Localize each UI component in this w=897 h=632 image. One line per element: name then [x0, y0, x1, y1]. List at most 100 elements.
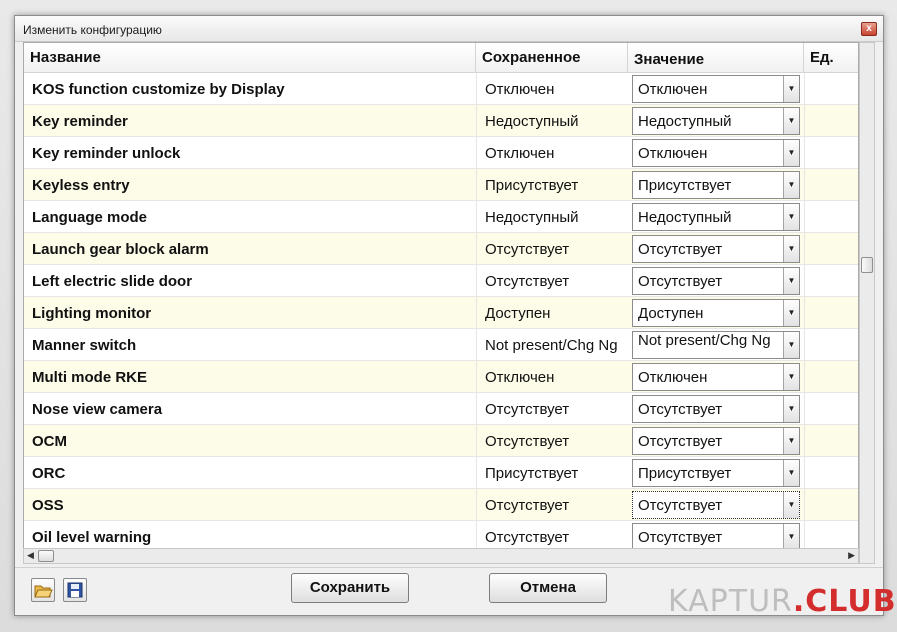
value-select-text: Отсутствует	[638, 273, 723, 290]
value-select[interactable]: Отключен ▼	[632, 363, 800, 391]
close-icon[interactable]: x	[861, 22, 877, 36]
table-row[interactable]: OSS Отсутствует Отсутствует ▼	[24, 489, 858, 521]
column-header-name[interactable]: Название	[24, 43, 476, 73]
table-row[interactable]: Key reminder Недоступный Недоступный ▼	[24, 105, 858, 137]
table-row[interactable]: OCM Отсутствует Отсутствует ▼	[24, 425, 858, 457]
chevron-down-icon[interactable]: ▼	[783, 364, 799, 390]
value-select[interactable]: Отсутствует ▼	[632, 491, 800, 519]
value-select[interactable]: Отсутствует ▼	[632, 267, 800, 295]
chevron-down-icon[interactable]: ▼	[783, 172, 799, 198]
value-select[interactable]: Отсутствует ▼	[632, 523, 800, 551]
value-select[interactable]: Отсутствует ▼	[632, 395, 800, 423]
row-name: OSS	[32, 497, 64, 514]
row-name: Left electric slide door	[32, 273, 193, 290]
row-unit	[804, 489, 858, 521]
open-file-button[interactable]	[31, 578, 55, 602]
table-row[interactable]: Left electric slide door Отсутствует Отсут…	[24, 265, 858, 297]
row-saved-value: Not present/Chg Ng	[476, 329, 628, 361]
row-unit	[804, 265, 858, 297]
chevron-down-icon[interactable]: ▼	[783, 140, 799, 166]
value-select-text: Отсутствует	[638, 433, 723, 450]
table-row[interactable]: Multi mode RKE Отключен Отключен ▼	[24, 361, 858, 393]
folder-open-icon	[34, 585, 53, 598]
row-name: Manner switch	[32, 337, 137, 354]
floppy-disk-icon	[67, 582, 83, 598]
row-name: Keyless entry	[32, 177, 130, 194]
row-name: Nose view camera	[32, 401, 163, 418]
row-name: KOS function customize by Display	[32, 81, 285, 98]
table-row[interactable]: Nose view camera Отсутствует Отсутствует ▼	[24, 393, 858, 425]
watermark-accent: .CLUB	[792, 584, 897, 619]
chevron-down-icon[interactable]: ▼	[783, 236, 799, 262]
value-select[interactable]: Отсутствует ▼	[632, 235, 800, 263]
save-button[interactable]: Сохранить	[291, 573, 409, 603]
value-select[interactable]: Отсутствует ▼	[632, 427, 800, 455]
row-saved-value: Отсутствует	[476, 489, 628, 521]
value-select[interactable]: Отключен ▼	[632, 139, 800, 167]
scroll-left-icon[interactable]: ◀	[27, 550, 34, 561]
column-header-value[interactable]: Значение	[628, 43, 804, 73]
title-bar[interactable]: Изменить конфигурацию x	[15, 16, 883, 42]
config-dialog: Изменить конфигурацию x Название Сохране…	[14, 15, 884, 616]
chevron-down-icon[interactable]: ▼	[783, 300, 799, 326]
chevron-down-icon[interactable]: ▼	[783, 204, 799, 230]
chevron-down-icon[interactable]: ▼	[783, 524, 799, 550]
table-row[interactable]: KOS function customize by Display Отключе…	[24, 73, 858, 105]
value-select[interactable]: Доступен ▼	[632, 299, 800, 327]
window-title: Изменить конфигурацию	[23, 23, 162, 37]
vertical-scroll-thumb[interactable]	[861, 257, 873, 273]
row-saved-value: Доступен	[476, 297, 628, 329]
row-unit	[804, 361, 858, 393]
table-row[interactable]: Manner switch Not present/Chg Ng Not prese…	[24, 329, 858, 361]
value-select[interactable]: Отключен ▼	[632, 75, 800, 103]
row-unit	[804, 457, 858, 489]
row-unit	[804, 329, 858, 361]
chevron-down-icon[interactable]: ▼	[783, 268, 799, 294]
chevron-down-icon[interactable]: ▼	[783, 396, 799, 422]
row-unit	[804, 425, 858, 457]
row-unit	[804, 393, 858, 425]
row-name: Language mode	[32, 209, 148, 226]
table-row[interactable]: Launch gear block alarm Отсутствует Отсутс…	[24, 233, 858, 265]
chevron-down-icon[interactable]: ▼	[783, 108, 799, 134]
table-row[interactable]: ORC Присутствует Присутствует ▼	[24, 457, 858, 489]
scroll-right-icon[interactable]: ▶	[848, 550, 855, 561]
row-saved-value: Присутствует	[476, 169, 628, 201]
value-select[interactable]: Not present/Chg Ng ▼	[632, 331, 800, 359]
chevron-down-icon[interactable]: ▼	[783, 460, 799, 486]
horizontal-scrollbar[interactable]: ◀ ▶	[23, 548, 859, 564]
value-select[interactable]: Недоступный ▼	[632, 203, 800, 231]
value-select-text: Отключен	[638, 145, 708, 162]
table-row[interactable]: Language mode Недоступный Недоступный ▼	[24, 201, 858, 233]
chevron-down-icon[interactable]: ▼	[783, 332, 799, 358]
config-grid: Название Сохраненное Значение Ед. KOS fu…	[23, 42, 859, 564]
save-file-button[interactable]	[63, 578, 87, 602]
row-unit	[804, 297, 858, 329]
row-saved-value: Присутствует	[476, 457, 628, 489]
value-select-text: Отсутствует	[638, 497, 723, 514]
value-select[interactable]: Недоступный ▼	[632, 107, 800, 135]
row-saved-value: Отключен	[476, 137, 628, 169]
value-select-text: Отсутствует	[638, 241, 723, 258]
value-select-text: Недоступный	[638, 113, 732, 130]
horizontal-scroll-thumb[interactable]	[38, 550, 54, 562]
value-select[interactable]: Присутствует ▼	[632, 459, 800, 487]
table-row[interactable]: Keyless entry Присутствует Присутствует ▼	[24, 169, 858, 201]
cancel-button[interactable]: Отмена	[489, 573, 607, 603]
chevron-down-icon[interactable]: ▼	[783, 76, 799, 102]
chevron-down-icon[interactable]: ▼	[783, 492, 799, 518]
grid-header: Название Сохраненное Значение Ед.	[24, 43, 858, 73]
row-unit	[804, 169, 858, 201]
column-header-unit[interactable]: Ед.	[804, 43, 858, 73]
value-select[interactable]: Присутствует ▼	[632, 171, 800, 199]
value-select-text: Отключен	[638, 81, 708, 98]
vertical-scrollbar[interactable]	[859, 42, 875, 564]
table-row[interactable]: Lighting monitor Доступен Доступен ▼	[24, 297, 858, 329]
table-row[interactable]: Key reminder unlock Отключен Отключен ▼	[24, 137, 858, 169]
value-select-text: Not present/Chg Ng	[638, 332, 771, 349]
row-name: Key reminder	[32, 113, 128, 130]
chevron-down-icon[interactable]: ▼	[783, 428, 799, 454]
row-unit	[804, 105, 858, 137]
column-header-saved[interactable]: Сохраненное	[476, 43, 628, 73]
watermark: KAPTUR.CLUB	[668, 584, 897, 619]
